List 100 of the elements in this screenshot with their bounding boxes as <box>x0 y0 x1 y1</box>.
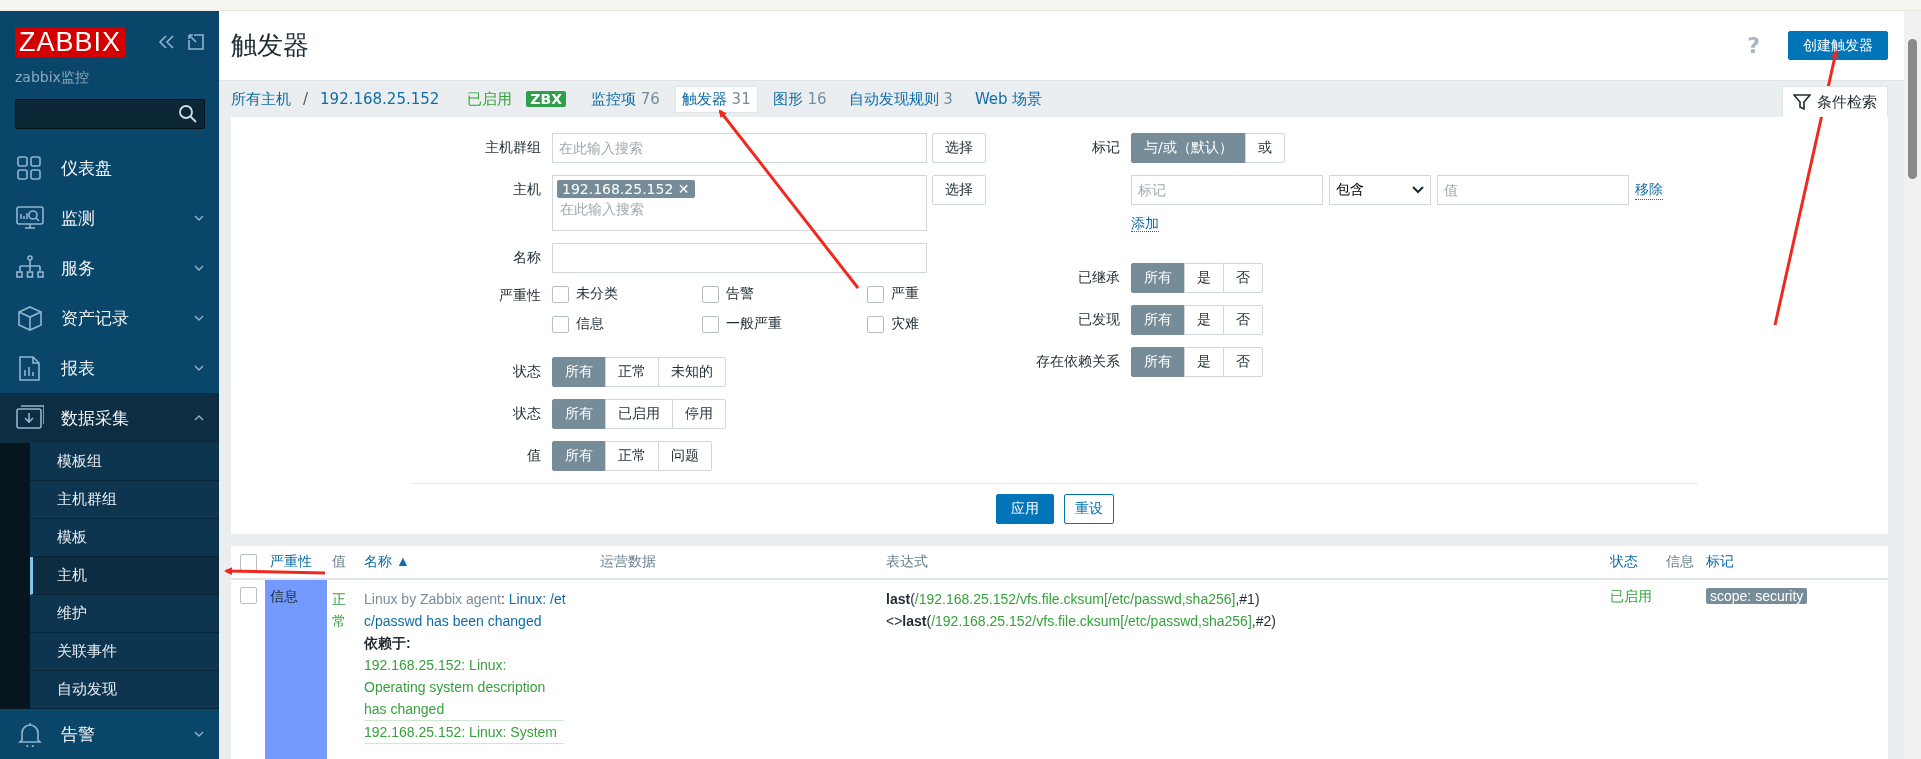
breadcrumb-link[interactable]: 所有主机 <box>231 89 291 109</box>
status-link[interactable]: 已启用 <box>1610 588 1652 604</box>
checkbox[interactable] <box>702 285 719 303</box>
segment-option[interactable]: 问题 <box>658 441 712 471</box>
severity-cell: 信息 <box>265 580 327 759</box>
scrollbar-thumb[interactable] <box>1908 39 1917 179</box>
segment-option[interactable]: 停用 <box>672 399 726 429</box>
field-label: 名称 <box>513 249 541 265</box>
column-header[interactable]: 标记 <box>1706 553 1734 569</box>
nav-tab[interactable]: 触发器 31 <box>674 85 758 113</box>
nav-tab[interactable]: 监控项 76 <box>584 85 667 113</box>
add-link[interactable]: 添加 <box>1131 215 1159 232</box>
checkbox-label: 灾难 <box>891 315 919 333</box>
segment-option[interactable]: 与/或（默认） <box>1131 133 1246 163</box>
item-link[interactable]: /192.168.25.152/vfs.file.cksum[/etc/passwd,sha256] <box>931 613 1252 629</box>
host-field[interactable]: 192.168.25.152 ✕ 在此输入搜索 <box>552 175 927 231</box>
segment-option[interactable]: 未知的 <box>658 357 726 387</box>
scrollbar[interactable] <box>1904 11 1921 759</box>
select-all-checkbox[interactable] <box>239 553 257 571</box>
bell-icon <box>16 721 44 747</box>
segment-option[interactable]: 已启用 <box>605 399 673 429</box>
page-title: 触发器 <box>231 29 309 62</box>
field-label: 主机群组 <box>485 139 541 155</box>
column-header: 值 <box>332 553 346 569</box>
checkbox-label: 信息 <box>576 315 604 333</box>
operator-dropdown[interactable]: 包含 <box>1329 175 1431 205</box>
column-header: 表达式 <box>886 553 928 569</box>
reset-button[interactable]: 重设 <box>1063 494 1114 524</box>
checkbox[interactable] <box>552 315 569 333</box>
segment-option[interactable]: 否 <box>1223 305 1263 335</box>
field-label: 主机 <box>513 181 541 197</box>
nav-tab[interactable]: 自动发现规则 3 <box>841 85 960 113</box>
submenu-item[interactable]: 维护 <box>30 595 219 633</box>
funnel-icon <box>1793 93 1811 111</box>
submenu-item[interactable]: 主机群组 <box>30 481 219 519</box>
segment-option[interactable]: 所有 <box>552 399 606 429</box>
column-header[interactable]: 严重性 <box>270 553 312 569</box>
segment-option[interactable]: 所有 <box>552 441 606 471</box>
name-field[interactable] <box>552 243 927 273</box>
checkbox[interactable] <box>702 315 719 333</box>
breadcrumb-link[interactable]: 192.168.25.152 <box>320 90 440 108</box>
menu-item[interactable]: 监测 <box>0 193 219 243</box>
filter-tab[interactable]: 条件检索 <box>1782 86 1888 117</box>
field-label: 值 <box>527 447 541 463</box>
column-header: 信息 <box>1666 553 1694 569</box>
dependency-link[interactable]: 192.168.25.152: Linux: System <box>364 721 564 744</box>
item-link[interactable]: /192.168.25.152/vfs.file.cksum[/etc/passwd,sha256] <box>914 591 1236 607</box>
field-label: 存在依赖关系 <box>1036 353 1120 369</box>
select-button[interactable]: 选择 <box>932 133 986 163</box>
create-trigger-button[interactable]: 创建触发器 <box>1788 31 1888 60</box>
column-header[interactable]: 名称 ▲ <box>364 553 410 569</box>
select-button[interactable]: 选择 <box>932 175 986 205</box>
segment-option[interactable]: 所有 <box>552 357 606 387</box>
checkbox-label: 未分类 <box>576 285 618 303</box>
checkbox[interactable] <box>867 285 884 303</box>
expand-icon <box>187 33 205 51</box>
grid-icon <box>16 155 44 181</box>
submenu-item[interactable]: 模板组 <box>30 443 219 481</box>
menu-item[interactable]: 资产记录 <box>0 293 219 343</box>
segment-option[interactable]: 是 <box>1184 347 1224 377</box>
checkbox-label: 严重 <box>891 285 919 303</box>
nav-tab[interactable]: 图形 16 <box>765 85 834 113</box>
segment-option[interactable]: 所有 <box>1131 263 1185 293</box>
column-header[interactable]: 状态 <box>1610 553 1638 569</box>
menu-item[interactable]: 仪表盘 <box>0 143 219 193</box>
menu-item[interactable]: 服务 <box>0 243 219 293</box>
segment-option[interactable]: 所有 <box>1131 347 1185 377</box>
tag-field[interactable]: 标记 <box>1131 175 1323 205</box>
nav-tab[interactable]: Web 场景 <box>967 85 1050 113</box>
host-chip[interactable]: 192.168.25.152 ✕ <box>557 180 695 198</box>
field-label: 严重性 <box>499 287 541 303</box>
field-label: 状态 <box>513 363 541 379</box>
segment-option[interactable]: 否 <box>1223 263 1263 293</box>
segment-option[interactable]: 所有 <box>1131 305 1185 335</box>
checkbox[interactable] <box>552 285 569 303</box>
segment-option[interactable]: 或 <box>1244 133 1285 163</box>
chevron-down-icon <box>1412 186 1424 194</box>
segment-option[interactable]: 正常 <box>605 357 659 387</box>
agent-tag: ZBX <box>526 91 566 107</box>
remove-icon[interactable]: ✕ <box>677 181 690 197</box>
search-field[interactable] <box>15 99 205 129</box>
dependency-link[interactable]: 192.168.25.152: Linux: Operating system description has changed <box>364 654 564 721</box>
submenu-item[interactable]: 自动发现 <box>30 671 219 709</box>
checkbox[interactable] <box>867 315 884 333</box>
menu-item[interactable]: 报表 <box>0 343 219 393</box>
apply-button[interactable]: 应用 <box>995 494 1054 524</box>
value-field[interactable]: 值 <box>1437 175 1629 205</box>
field-label: 标记 <box>1092 139 1120 155</box>
segment-option[interactable]: 正常 <box>605 441 659 471</box>
logo[interactable]: ZABBIX <box>15 27 126 57</box>
segment-option[interactable]: 是 <box>1184 305 1224 335</box>
row-checkbox[interactable] <box>239 587 257 604</box>
breadcrumb-separator: / <box>303 90 309 108</box>
remove-link[interactable]: 移除 <box>1635 180 1663 200</box>
submenu-item[interactable]: 关联事件 <box>30 633 219 671</box>
menu-item[interactable]: 数据采集 <box>0 393 219 443</box>
segment-option[interactable]: 是 <box>1184 263 1224 293</box>
submenu-item[interactable]: 主机 <box>30 557 219 595</box>
segment-option[interactable]: 否 <box>1223 347 1263 377</box>
menu-item[interactable]: 告警 <box>0 709 219 759</box>
